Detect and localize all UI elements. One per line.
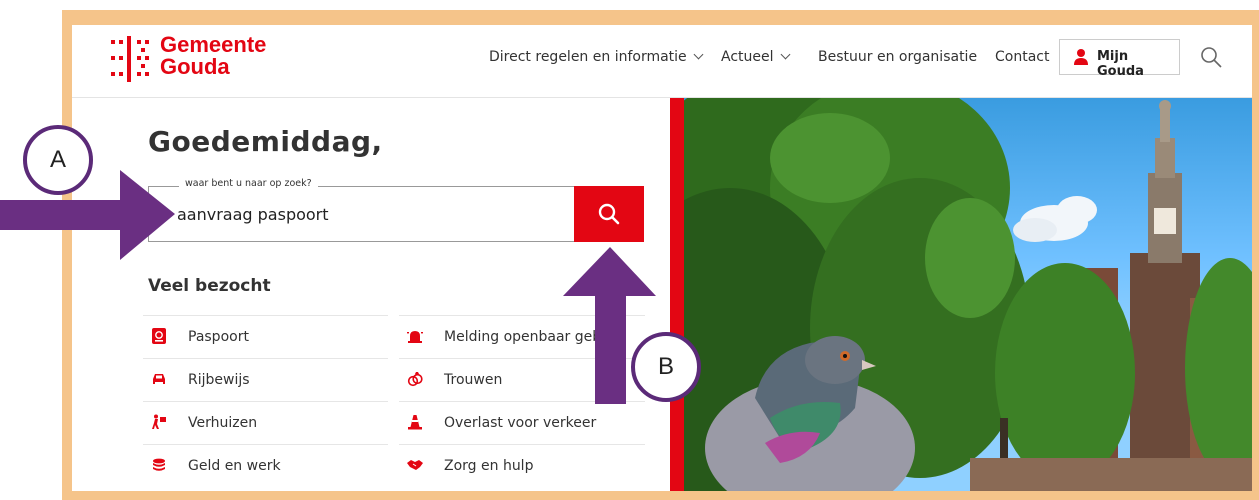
nav-bestuur[interactable]: Bestuur en organisatie (818, 49, 977, 69)
traffic-cone-icon (408, 415, 422, 430)
coins-icon (153, 458, 165, 471)
nav-contact-label: Contact (995, 49, 1050, 65)
moving-icon (152, 414, 166, 429)
hero-photo (670, 98, 1252, 491)
chevron-down-icon (780, 49, 790, 60)
link-label: Geld en werk (188, 458, 281, 474)
link-label: Verhuizen (188, 415, 258, 431)
gouda-crest-icon (111, 36, 149, 82)
logo-line-2: Gouda (160, 54, 230, 79)
link-geld-en-werk[interactable]: Geld en werk (143, 444, 388, 487)
link-label: Overlast voor verkeer (444, 415, 597, 431)
link-label: Paspoort (188, 329, 249, 345)
alarm-icon (407, 331, 423, 343)
handshake-icon (407, 460, 423, 470)
rings-icon (407, 372, 423, 387)
photo-accent-bar (670, 98, 684, 491)
search-icon[interactable] (1199, 45, 1223, 69)
nav-contact[interactable]: Contact (995, 49, 1049, 69)
search-value: aanvraag paspoort (177, 205, 329, 224)
annotation-badge-a: A (23, 125, 93, 195)
link-verhuizen[interactable]: Verhuizen (143, 401, 388, 444)
mijn-gouda-label: Mijn Gouda (1097, 49, 1144, 79)
link-label: Melding openbaar geb (444, 329, 602, 345)
link-melding-openbaar[interactable]: Melding openbaar geb (399, 315, 645, 358)
logo-text: Gemeente Gouda (160, 34, 266, 78)
logo-line-1: Gemeente (160, 32, 267, 57)
user-icon (1074, 49, 1088, 65)
nav-actueel-label: Actueel (721, 49, 774, 65)
mijn-gouda-button[interactable]: Mijn Gouda (1059, 39, 1180, 79)
chevron-down-icon (693, 49, 704, 60)
nav-direct-regelen-label: Direct regelen en informatie (489, 49, 687, 65)
search-icon (598, 203, 620, 225)
search-legend: waar bent u naar op zoek? (179, 178, 318, 189)
browser-page: Gemeente Gouda Direct regelen en informa… (72, 25, 1252, 491)
link-zorg-en-hulp[interactable]: Zorg en hulp (399, 444, 645, 487)
link-paspoort[interactable]: Paspoort (143, 315, 388, 358)
passport-icon (152, 328, 166, 344)
nav-direct-regelen[interactable]: Direct regelen en informatie (489, 49, 704, 69)
link-rijbewijs[interactable]: Rijbewijs (143, 358, 388, 401)
popular-heading: Veel bezocht (148, 276, 271, 296)
site-header: Gemeente Gouda Direct regelen en informa… (72, 25, 1252, 98)
link-label: Zorg en hulp (444, 458, 534, 474)
car-icon (153, 374, 165, 384)
link-overlast-verkeer[interactable]: Overlast voor verkeer (399, 401, 645, 444)
link-trouwen[interactable]: Trouwen (399, 358, 645, 401)
search-submit-button[interactable] (574, 186, 644, 242)
search-input[interactable]: waar bent u naar op zoek? aanvraag paspo… (148, 178, 575, 242)
annotation-badge-b: B (631, 332, 701, 402)
link-label: Rijbewijs (188, 372, 250, 388)
gemeente-gouda-logo[interactable]: Gemeente Gouda (108, 34, 298, 84)
nav-bestuur-label: Bestuur en organisatie (818, 49, 978, 65)
link-label: Trouwen (444, 372, 503, 388)
page-greeting: Goedemiddag, (148, 125, 383, 158)
gouda-town-photo (670, 98, 1252, 491)
nav-actueel[interactable]: Actueel (721, 49, 790, 69)
